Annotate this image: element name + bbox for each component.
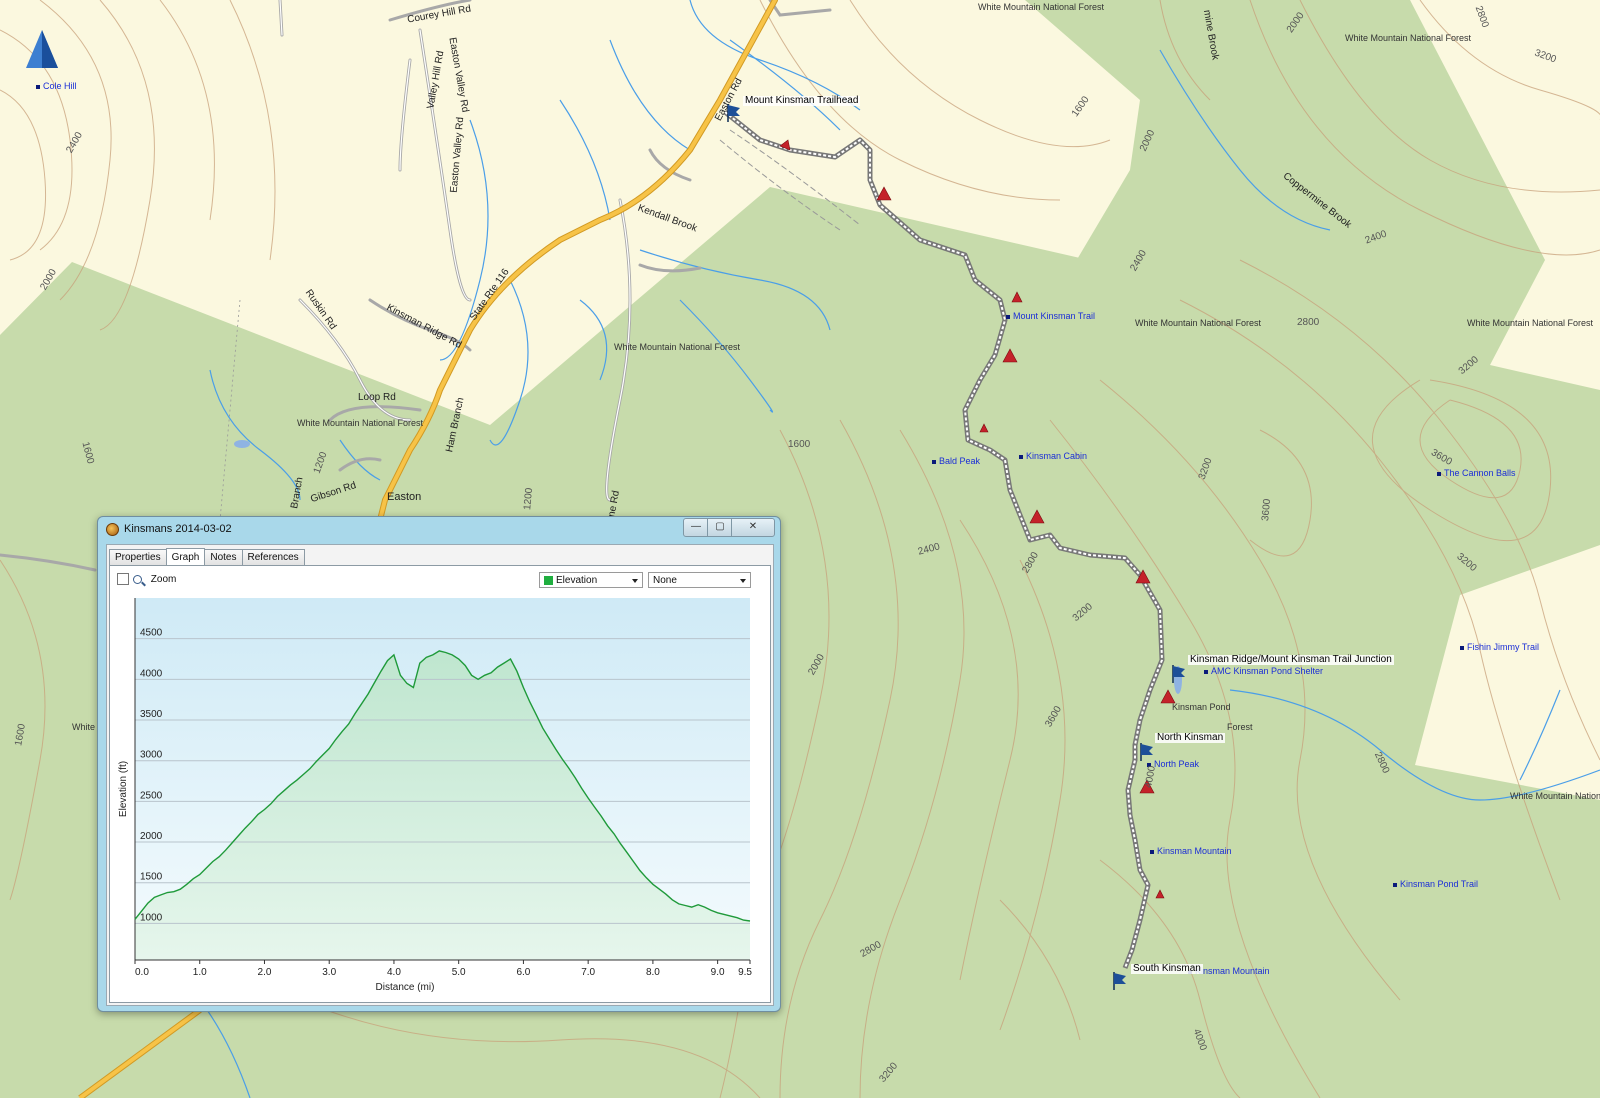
chevron-down-icon xyxy=(632,579,638,583)
road-label: Loop Rd xyxy=(358,392,396,403)
maximize-button[interactable]: ▢ xyxy=(707,518,733,537)
pond-label: Kinsman Pond xyxy=(1172,702,1231,712)
close-button[interactable]: ✕ xyxy=(731,518,775,537)
poi-mount-kinsman-trail[interactable]: Mount Kinsman Trail xyxy=(1006,312,1095,321)
y-tick-label: 1500 xyxy=(140,872,163,883)
y-tick-label: 1000 xyxy=(140,912,163,923)
secondary-dropdown-value: None xyxy=(653,575,677,586)
tab-properties[interactable]: Properties xyxy=(109,549,167,565)
poi-cole-hill[interactable]: Cole Hill xyxy=(36,82,77,91)
x-tick-label: 8.0 xyxy=(646,967,660,978)
track-properties-window[interactable]: Kinsmans 2014-03-02 — ▢ ✕ Properties Grap… xyxy=(97,516,781,1012)
forest-label: White Mountain National Forest xyxy=(297,418,424,428)
town-label: Easton xyxy=(387,491,422,503)
tab-bar: Properties Graph Notes References xyxy=(109,547,305,566)
x-tick-label: 4.0 xyxy=(387,967,401,978)
poi-kinsman-pond-trail[interactable]: Kinsman Pond Trail xyxy=(1393,880,1478,889)
elevation-dropdown-value: Elevation xyxy=(556,575,598,586)
waypoint-label-trailhead[interactable]: Mount Kinsman Trailhead xyxy=(743,96,861,106)
contour-label: 1600 xyxy=(788,439,811,450)
x-axis-label: Distance (mi) xyxy=(376,982,435,993)
zoom-control[interactable]: Zoom xyxy=(117,573,176,587)
x-tick-label: 7.0 xyxy=(581,967,595,978)
contour-label: 3600 xyxy=(1260,498,1274,522)
forest-label: White Mountain National Forest xyxy=(978,2,1105,12)
forest-label: Forest xyxy=(1227,722,1253,732)
waypoint-flag-icon[interactable] xyxy=(727,104,741,122)
track-icon xyxy=(106,523,119,536)
window-title: Kinsmans 2014-03-02 xyxy=(124,523,232,535)
zoom-checkbox[interactable] xyxy=(117,573,129,585)
waypoint-label-north-kinsman[interactable]: North Kinsman xyxy=(1155,733,1226,743)
poi-amc-shelter[interactable]: AMC Kinsman Pond Shelter xyxy=(1204,667,1323,676)
poi-the-cannon-balls[interactable]: The Cannon Balls xyxy=(1437,469,1516,478)
x-tick-label: 1.0 xyxy=(193,967,207,978)
x-tick-label: 5.0 xyxy=(452,967,466,978)
waypoint-flag-icon[interactable] xyxy=(1113,972,1127,990)
forest-label: White Mountain National Forest xyxy=(1345,33,1472,43)
y-axis-label: Elevation (ft) xyxy=(118,761,129,817)
tab-graph[interactable]: Graph xyxy=(165,548,206,566)
y-tick-label: 4000 xyxy=(140,668,163,679)
minimize-button[interactable]: — xyxy=(683,518,709,537)
x-tick-label: 2.0 xyxy=(258,967,272,978)
tab-notes[interactable]: Notes xyxy=(204,549,243,565)
waypoint-flag-icon[interactable] xyxy=(1172,665,1186,683)
elevation-chart[interactable]: 1000 1500 2000 2500 3000 3500 4000 4500 0.0 1.0 2.… xyxy=(110,596,770,1001)
elevation-color-swatch xyxy=(544,576,553,585)
y-tick-label: 3000 xyxy=(140,750,163,761)
poi-bald-peak[interactable]: Bald Peak xyxy=(932,457,980,466)
x-tick-label: 6.0 xyxy=(516,967,530,978)
window-titlebar[interactable]: Kinsmans 2014-03-02 — ▢ ✕ xyxy=(98,517,780,541)
y-tick-label: 2500 xyxy=(140,790,163,801)
window-client: Properties Graph Notes References Zoom Elev… xyxy=(106,544,774,1006)
waypoint-label-south-kinsman[interactable]: South Kinsman xyxy=(1131,964,1203,974)
waypoint-flag-icon[interactable] xyxy=(1140,743,1154,761)
forest-label: White Mountain National Forest xyxy=(1510,791,1600,801)
contour-label: 1200 xyxy=(522,487,536,511)
elevation-dropdown[interactable]: Elevation xyxy=(539,572,643,588)
y-tick-label: 4500 xyxy=(140,628,163,639)
secondary-dropdown[interactable]: None xyxy=(648,572,751,588)
y-tick-label: 2000 xyxy=(140,831,163,842)
poi-kinsman-mountain[interactable]: Kinsman Mountain xyxy=(1150,847,1232,856)
tab-references[interactable]: References xyxy=(241,549,305,565)
forest-label: White Mountain National Forest xyxy=(1467,318,1594,328)
x-tick-label: 9.5 xyxy=(738,967,752,978)
zoom-label: Zoom xyxy=(150,573,177,585)
y-tick-label: 3500 xyxy=(140,709,163,720)
contour-label: 2800 xyxy=(1297,317,1320,328)
x-tick-label: 9.0 xyxy=(711,967,725,978)
poi-fishin-jimmy-trail[interactable]: Fishin Jimmy Trail xyxy=(1460,643,1539,652)
magnifier-icon xyxy=(133,574,142,584)
x-tick-label: 0.0 xyxy=(135,967,149,978)
forest-label: White Mountain National Forest xyxy=(1135,318,1262,328)
poi-kinsman-cabin[interactable]: Kinsman Cabin xyxy=(1019,452,1087,461)
chevron-down-icon xyxy=(740,579,746,583)
forest-label: White Mountain National Forest xyxy=(614,342,741,352)
waypoint-label-junction[interactable]: Kinsman Ridge/Mount Kinsman Trail Juncti… xyxy=(1188,655,1394,665)
graph-panel: Zoom Elevation None 1000 1500 2000 2500 3000… xyxy=(109,565,771,1003)
x-tick-label: 3.0 xyxy=(322,967,336,978)
